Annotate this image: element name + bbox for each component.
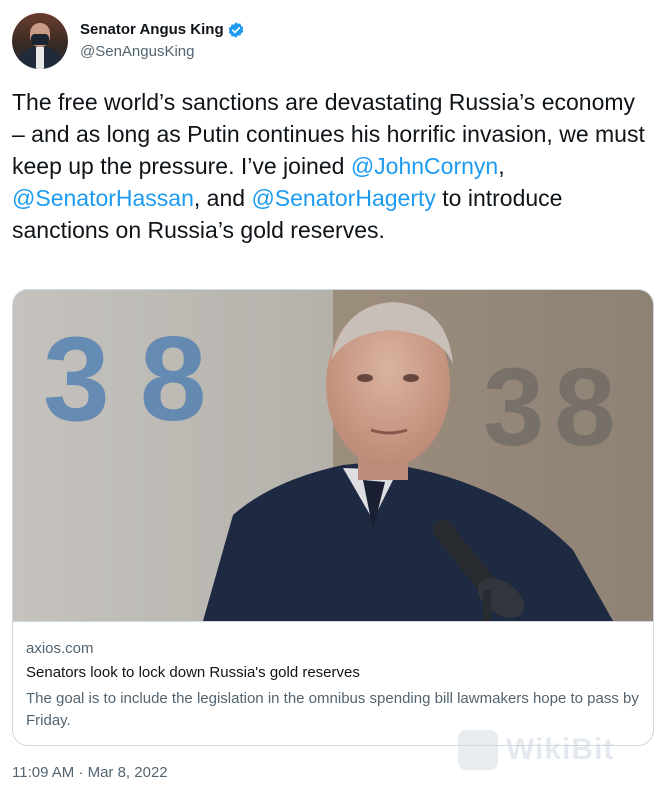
author-display-name[interactable]: Senator Angus King: [80, 20, 224, 40]
card-photo: 38 38: [13, 290, 653, 621]
mention-link[interactable]: @SenatorHagerty: [251, 185, 435, 211]
watermark-logo-icon: [458, 730, 498, 770]
tweet-header: Senator Angus King @SenAngusKing: [12, 13, 245, 69]
author-handle[interactable]: @SenAngusKing: [80, 42, 245, 62]
author-avatar[interactable]: [12, 13, 68, 69]
watermark-text: WikiBit: [506, 733, 615, 766]
tweet-timestamp[interactable]: 11:09 AM · Mar 8, 2022: [12, 764, 168, 781]
card-title[interactable]: Senators look to lock down Russia's gold…: [26, 664, 360, 681]
card-image[interactable]: 38 38: [13, 290, 653, 621]
card-domain: axios.com: [26, 640, 94, 657]
watermark: WikiBit: [458, 726, 648, 774]
mention-link[interactable]: @SenatorHassan: [12, 185, 194, 211]
avatar-shirt: [36, 47, 44, 69]
author-names: Senator Angus King @SenAngusKing: [80, 20, 245, 62]
tweet-text-part: The free world’s sanctions are devastati…: [12, 89, 645, 179]
tweet-text-part: ,: [498, 153, 505, 179]
name-row: Senator Angus King: [80, 20, 245, 40]
mention-link[interactable]: @JohnCornyn: [351, 153, 498, 179]
avatar-mask: [31, 34, 49, 45]
tweet-text: The free world’s sanctions are devastati…: [12, 86, 653, 246]
verified-badge-icon: [228, 22, 243, 38]
tweet-text-part: , and: [193, 185, 252, 211]
link-card[interactable]: 38 38 axios.com Senators look to lock do…: [12, 289, 654, 746]
